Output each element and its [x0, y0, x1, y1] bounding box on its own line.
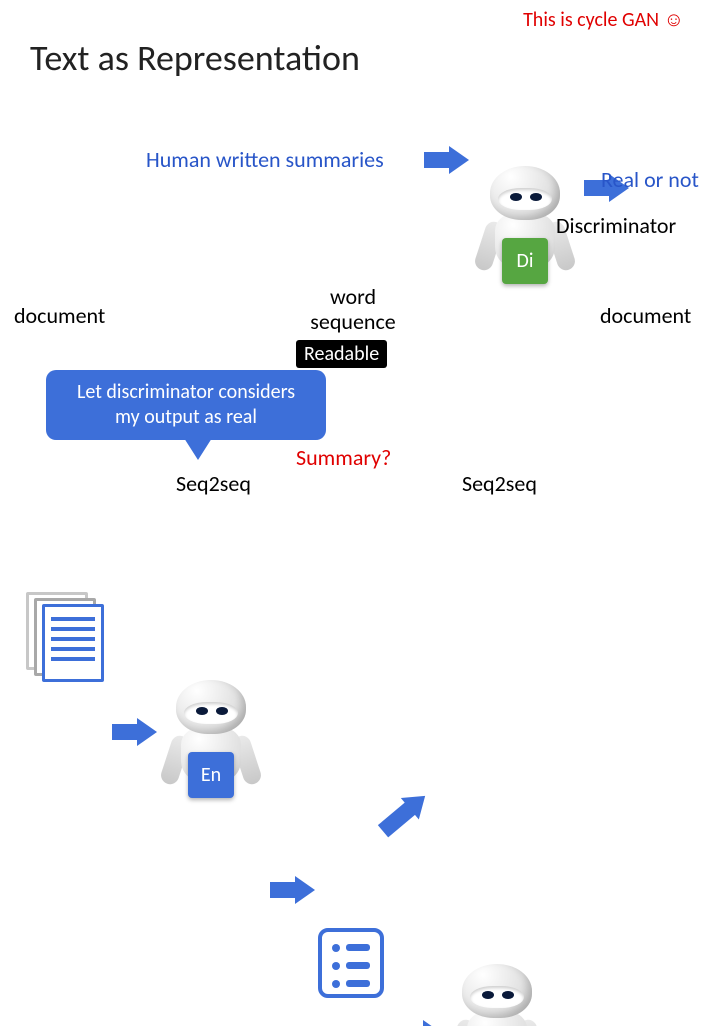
bubble-line1: Let discriminator considers	[60, 380, 312, 405]
label-seq2seq-right: Seq2seq	[462, 470, 537, 497]
label-real-or-not: Real or not	[601, 166, 699, 193]
label-sequence: sequence	[298, 309, 408, 334]
label-discriminator: Discriminator	[556, 212, 676, 239]
summary-list-icon	[318, 928, 384, 998]
arrow-icon	[270, 876, 318, 904]
decoder-robot: De	[442, 964, 552, 1026]
label-word-sequence: word sequence	[298, 284, 408, 335]
readable-badge: Readable	[296, 340, 387, 368]
arrow-icon	[112, 718, 160, 746]
encoder-speech-bubble: Let discriminator considers my output as…	[46, 370, 326, 440]
encoder-tag: En	[188, 752, 234, 798]
label-seq2seq-left: Seq2seq	[176, 470, 251, 497]
slide-title: Text as Representation	[30, 36, 360, 80]
encoder-robot: En	[156, 680, 266, 810]
cycle-gan-note: This is cycle GAN ☺	[523, 8, 684, 32]
document-icon	[26, 592, 106, 682]
arrow-icon	[424, 146, 472, 174]
label-summary-question: Summary?	[296, 444, 391, 471]
label-document-right: document	[600, 302, 691, 329]
arrow-icon	[374, 782, 438, 842]
label-document-left: document	[14, 302, 105, 329]
discriminator-tag: Di	[502, 238, 548, 284]
bubble-line2: my output as real	[60, 405, 312, 430]
label-word: word	[298, 284, 408, 309]
arrow-icon	[398, 1020, 446, 1026]
label-human-summaries: Human written summaries	[146, 146, 384, 173]
